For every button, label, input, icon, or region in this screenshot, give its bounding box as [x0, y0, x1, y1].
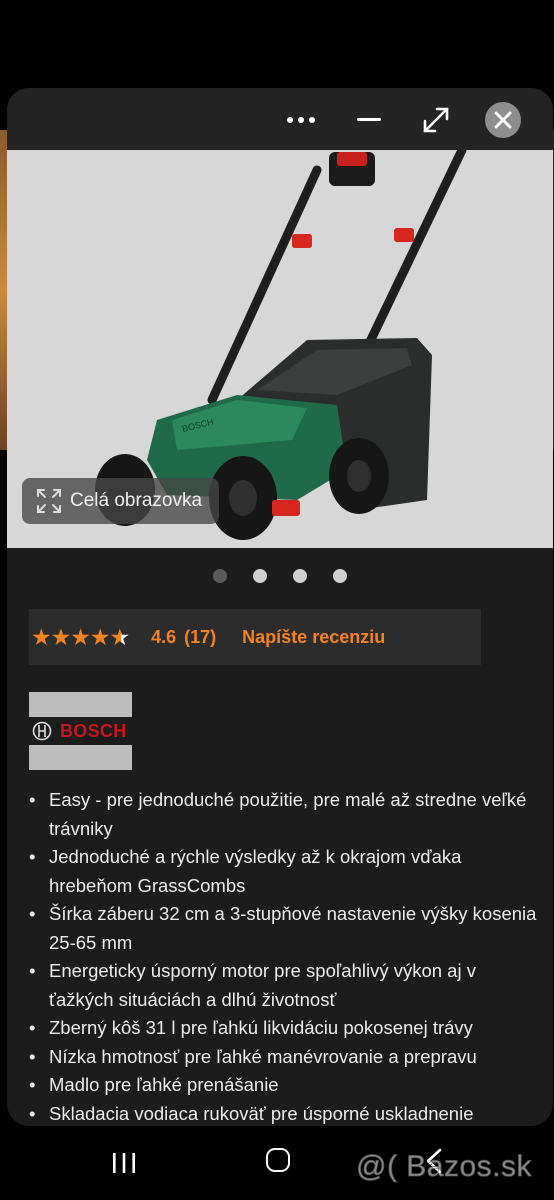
watermark: @( Bazos.sk — [356, 1150, 533, 1184]
brand-logo-band — [29, 745, 132, 770]
bullet-icon: • — [29, 903, 36, 924]
pagination-dot[interactable] — [253, 569, 267, 583]
bullet-icon: • — [29, 789, 36, 810]
bullet-icon: • — [29, 1074, 36, 1095]
bullet-icon: • — [29, 846, 36, 867]
rating-bar: ★ ★ ★ ★ ★ 4.6 (17) Napíšte recenziu — [29, 609, 481, 665]
star-icon: ★ — [50, 623, 72, 650]
star-icon: ★ — [31, 623, 52, 650]
minimize-icon[interactable] — [351, 102, 387, 138]
feature-item: • Zberný kôš 31 l pre ľahkú likvidáciu po… — [27, 1014, 537, 1043]
bullet-icon: • — [29, 1102, 36, 1124]
gallery-pagination — [7, 569, 553, 585]
bullet-icon: • — [29, 1017, 36, 1038]
fullscreen-label: Celá obrazovka — [70, 490, 203, 511]
feature-item: • Easy - pre jednoduché použitie, pre mal… — [27, 786, 537, 843]
pagination-dot[interactable] — [213, 569, 227, 583]
window-titlebar[interactable] — [7, 88, 553, 150]
fullscreen-button[interactable]: Celá obrazovka — [22, 478, 219, 524]
feature-item: • Šírka záberu 32 cm a 3-stupňové nastave… — [27, 900, 537, 957]
feature-item: • Energeticky úsporný motor pre spoľahliv… — [27, 957, 537, 1014]
brand-logo[interactable]: BOSCH — [29, 692, 132, 770]
brand-name: BOSCH — [60, 720, 127, 741]
more-options-icon[interactable] — [283, 102, 319, 138]
brand-logo-center: BOSCH — [29, 717, 132, 745]
pagination-dot[interactable] — [333, 569, 347, 583]
half-star-icon: ★ — [109, 623, 131, 650]
rating-count[interactable]: (17) — [184, 627, 216, 648]
star-icon: ★ — [70, 623, 91, 650]
home-icon[interactable] — [266, 1148, 290, 1172]
feature-list: • Easy - pre jednoduché použitie, pre mal… — [27, 786, 537, 1126]
recent-apps-icon[interactable] — [112, 1152, 136, 1174]
maximize-icon[interactable] — [418, 102, 454, 138]
feature-item: • Jednoduché a rýchle výsledky až k okraj… — [27, 843, 537, 900]
product-image[interactable]: BOSCH Celá obrazovka — [7, 150, 553, 548]
bullet-icon: • — [29, 960, 36, 981]
rating-value: 4.6 — [151, 626, 177, 647]
feature-item: • Madlo pre ľahké prenášanie — [27, 1071, 537, 1100]
pagination-dot[interactable] — [293, 569, 307, 583]
close-icon[interactable] — [485, 102, 521, 138]
feature-item: • Nízka hmotnosť pre ľahké manévrovanie a… — [27, 1043, 537, 1072]
star-icon: ★ — [89, 623, 111, 650]
feature-item: • Skladacia vodiaca rukoväť pre úsporné u… — [27, 1100, 537, 1127]
bosch-armature-icon — [32, 721, 52, 741]
popup-window: BOSCH Celá obrazovka ★ ★ ★ ★ ★ 4.6 (17) … — [7, 88, 553, 1126]
star-rating: ★ ★ ★ ★ ★ — [31, 623, 131, 650]
bullet-icon: • — [29, 1045, 36, 1067]
expand-icon — [37, 489, 61, 513]
brand-logo-band — [29, 692, 132, 717]
write-review-link[interactable]: Napíšte recenziu — [242, 627, 385, 648]
